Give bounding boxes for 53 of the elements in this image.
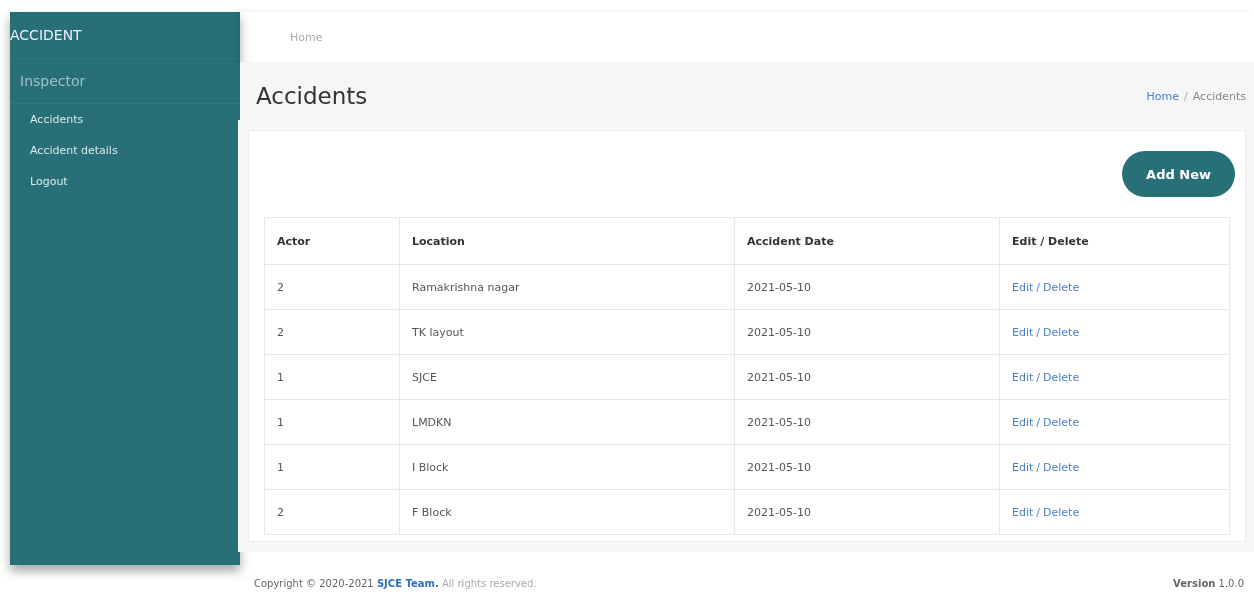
table-cell: 2021-05-10 <box>734 444 1000 490</box>
breadcrumb-separator: / <box>1184 89 1188 103</box>
link-separator: / <box>1036 280 1041 294</box>
table-cell: 2021-05-10 <box>734 489 1000 535</box>
sidebar-item[interactable]: Logout <box>10 166 240 197</box>
edit-link[interactable]: Edit <box>1012 460 1034 474</box>
table-cell: 2 <box>264 309 400 355</box>
delete-link[interactable]: Delete <box>1043 415 1080 429</box>
breadcrumb-link[interactable]: Home <box>1146 89 1180 103</box>
table-cell: Ramakrishna nagar <box>399 264 735 310</box>
table-cell: F Block <box>399 489 735 535</box>
table-cell: 1 <box>264 354 400 400</box>
link-separator: / <box>1036 415 1041 429</box>
table-cell: 2 <box>264 489 400 535</box>
table-cell: 2021-05-10 <box>734 309 1000 355</box>
table-cell: 2021-05-10 <box>734 354 1000 400</box>
team-link[interactable]: SJCE Team. <box>376 578 439 589</box>
page-title: Accidents <box>256 83 368 109</box>
edit-link[interactable]: Edit <box>1012 280 1034 294</box>
edit-link[interactable]: Edit <box>1012 325 1034 339</box>
edit-link[interactable]: Edit <box>1012 415 1034 429</box>
version-text: Version 1.0.0 <box>1173 578 1244 589</box>
table-cell: 2021-05-10 <box>734 264 1000 310</box>
edit-link[interactable]: Edit <box>1012 505 1034 519</box>
nav-link[interactable]: Home <box>290 30 323 44</box>
link-separator: / <box>1036 460 1041 474</box>
breadcrumb-current: Accidents <box>1192 89 1246 103</box>
copyright-text: Copyright © 2020-2021 SJCE Team. All rights reserved. <box>254 578 537 589</box>
table-cell: TK layout <box>399 309 735 355</box>
table-cell: I Block <box>399 444 735 490</box>
sidebar-item[interactable]: Accident details <box>10 135 240 166</box>
table-cell: LMDKN <box>399 399 735 445</box>
column-header: Actor <box>264 217 400 265</box>
add-new-button[interactable]: Add New <box>1122 151 1235 197</box>
column-header: Accident Date <box>734 217 1000 265</box>
table-cell: 1 <box>264 399 400 445</box>
column-header: Location <box>399 217 735 265</box>
table-cell: 2021-05-10 <box>734 399 1000 445</box>
delete-link[interactable]: Delete <box>1043 280 1080 294</box>
sidebar-item[interactable]: Accidents <box>10 104 240 135</box>
delete-link[interactable]: Delete <box>1043 505 1080 519</box>
table-cell: SJCE <box>399 354 735 400</box>
edit-link[interactable]: Edit <box>1012 370 1034 384</box>
link-separator: / <box>1036 325 1041 339</box>
brand-title[interactable]: ACCIDENT <box>10 12 240 59</box>
delete-link[interactable]: Delete <box>1043 325 1080 339</box>
link-separator: / <box>1036 505 1041 519</box>
delete-link[interactable]: Delete <box>1043 370 1080 384</box>
column-header: Edit / Delete <box>999 217 1230 265</box>
table-cell: 1 <box>264 444 400 490</box>
link-separator: / <box>1036 370 1041 384</box>
delete-link[interactable]: Delete <box>1043 460 1080 474</box>
table-cell: 2 <box>264 264 400 310</box>
